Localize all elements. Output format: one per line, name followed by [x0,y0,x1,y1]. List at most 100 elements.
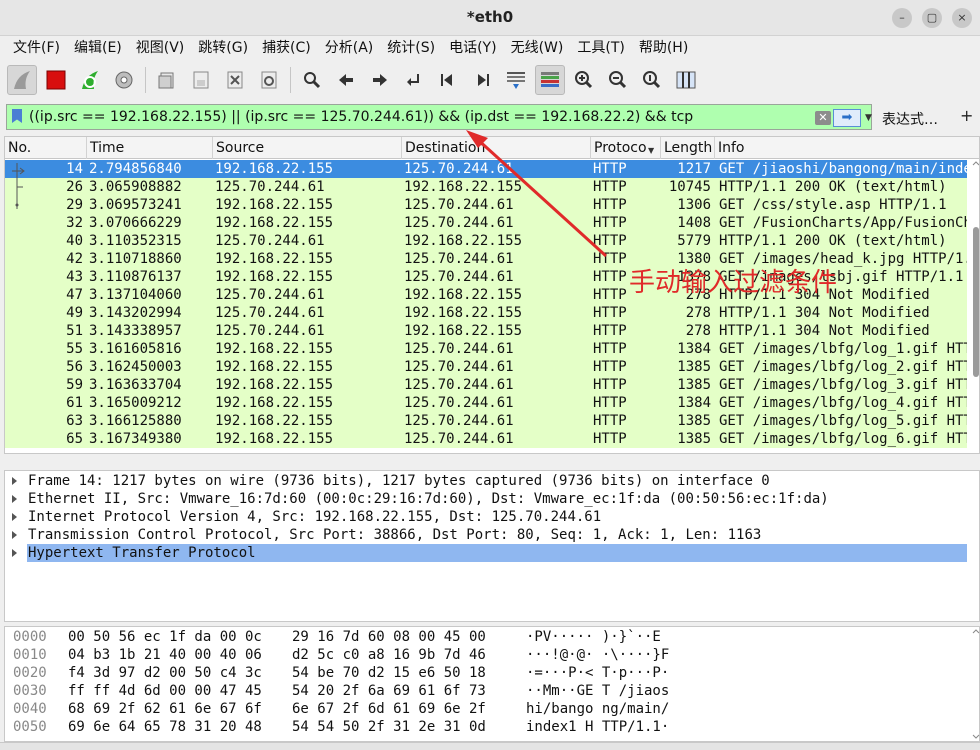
stop-capture-icon[interactable] [41,65,71,95]
cell-destination: 192.168.22.155 [404,233,523,249]
packet-row[interactable]: 59 3.163633704 192.168.22.155 125.70.244.61… [5,376,967,394]
cell-info: HTTP/1.1 200 OK (text/html) [719,233,947,249]
cell-destination: 125.70.244.61 [404,377,514,393]
cell-info: GET /images/lbfg/log_2.gif HTTP/1.1 [719,359,967,375]
reload-file-icon[interactable] [254,65,284,95]
menu-tools[interactable]: 工具(T) [570,36,631,60]
cell-source: 192.168.22.155 [215,161,334,177]
expand-arrow-icon[interactable] [12,495,17,503]
go-to-packet-icon[interactable] [399,65,429,95]
find-packet-icon[interactable] [297,65,327,95]
menu-help[interactable]: 帮助(H) [632,36,695,60]
menu-capture[interactable]: 捕获(C) [255,36,318,60]
restart-capture-icon[interactable] [75,65,105,95]
packet-row[interactable]: 29 3.069573241 192.168.22.155 125.70.244.61… [5,196,967,214]
menu-file[interactable]: 文件(F) [6,36,67,60]
expand-arrow-icon[interactable] [12,549,17,557]
cell-source: 125.70.244.61 [215,305,325,321]
go-first-icon[interactable] [433,65,463,95]
apply-filter-icon[interactable]: ➡ [833,109,861,127]
zoom-normal-icon[interactable] [637,65,667,95]
close-icon[interactable]: × [952,8,972,28]
detail-row-ethernet[interactable]: Ethernet II, Src: Vmware_16:7d:60 (00:0c… [5,490,967,508]
cell-length: 5779 [677,233,711,249]
detail-row-ip[interactable]: Internet Protocol Version 4, Src: 192.16… [5,508,967,526]
cell-time: 3.065908882 [89,179,182,195]
capture-options-icon[interactable] [109,65,139,95]
cell-time: 3.162450003 [89,359,182,375]
cell-destination: 125.70.244.61 [404,395,514,411]
cell-time: 3.137104060 [89,287,182,303]
minimize-icon[interactable]: – [892,8,912,28]
expand-arrow-icon[interactable] [12,477,17,485]
packet-row[interactable]: 61 3.165009212 192.168.22.155 125.70.244.61… [5,394,967,412]
cell-destination: 192.168.22.155 [404,287,523,303]
menu-analyze[interactable]: 分析(A) [318,36,381,60]
go-forward-icon[interactable] [365,65,395,95]
packet-list-scrollbar[interactable] [971,161,980,454]
packet-row[interactable]: 40 3.110352315 125.70.244.61 192.168.22.155… [5,232,967,250]
clear-filter-icon[interactable]: ✕ [815,111,831,125]
add-filter-button[interactable]: + [960,106,973,125]
hex-row[interactable]: 0000 00 50 56 ec 1f da 00 0c 29 16 7d 60 0… [5,628,965,646]
hex-row[interactable]: 0010 04 b3 1b 21 40 00 40 06 d2 5c c0 a8 1… [5,646,965,664]
colorize-icon[interactable] [535,65,565,95]
close-file-icon[interactable] [220,65,250,95]
filter-history-dropdown-icon[interactable]: ▼ [865,113,872,123]
packet-row[interactable]: 63 3.166125880 192.168.22.155 125.70.244.61… [5,412,967,430]
menu-view[interactable]: 视图(V) [129,36,192,60]
packet-row[interactable]: 26 3.065908882 125.70.244.61 192.168.22.155… [5,178,967,196]
expand-arrow-icon[interactable] [12,531,17,539]
cell-info: HTTP/1.1 304 Not Modified [719,323,930,339]
detail-row-tcp[interactable]: Transmission Control Protocol, Src Port:… [5,526,967,544]
packet-row[interactable]: 51 3.143338957 125.70.244.61 192.168.22.155… [5,322,967,340]
packet-row[interactable]: 56 3.162450003 192.168.22.155 125.70.244.61… [5,358,967,376]
column-header-length[interactable]: Length [661,137,715,159]
hex-row[interactable]: 0040 68 69 2f 62 61 6e 67 6f 6e 67 2f 6d 6… [5,700,965,718]
packet-bytes-scrollbar[interactable] [971,627,980,741]
display-filter-input[interactable]: ((ip.src == 192.168.22.155) || (ip.src =… [6,104,872,130]
column-header-destination[interactable]: Destination [402,137,591,159]
hex-row[interactable]: 0020 f4 3d 97 d2 00 50 c4 3c 54 be 70 d2 1… [5,664,965,682]
hex-row[interactable]: 0050 69 6e 64 65 78 31 20 48 54 54 50 2f 3… [5,718,965,736]
annotation-label: 手动输入过滤条件 [629,268,838,298]
packet-row[interactable]: 32 3.070666229 192.168.22.155 125.70.244.61… [5,214,967,232]
resize-columns-icon[interactable] [671,65,701,95]
menu-telephony[interactable]: 电话(Y) [442,36,503,60]
expression-button[interactable]: 表达式… [882,109,938,129]
detail-row-http[interactable]: Hypertext Transfer Protocol [5,544,967,562]
detail-row-frame[interactable]: Frame 14: 1217 bytes on wire (9736 bits)… [5,472,967,490]
packet-row[interactable]: 55 3.161605816 192.168.22.155 125.70.244.61… [5,340,967,358]
shark-fin-start-icon[interactable] [7,65,37,95]
packet-details: Frame 14: 1217 bytes on wire (9736 bits)… [4,470,980,622]
cell-source: 192.168.22.155 [215,377,334,393]
menu-statistics[interactable]: 统计(S) [380,36,442,60]
save-file-icon[interactable] [186,65,216,95]
column-header-no[interactable]: No. [5,137,87,159]
go-back-icon[interactable] [331,65,361,95]
menu-edit[interactable]: 编辑(E) [67,36,129,60]
zoom-in-icon[interactable] [569,65,599,95]
expand-arrow-icon[interactable] [12,513,17,521]
menu-go[interactable]: 跳转(G) [191,36,255,60]
menu-wireless[interactable]: 无线(W) [504,36,571,60]
cell-source: 125.70.244.61 [215,323,325,339]
column-header-time[interactable]: Time [87,137,213,159]
go-last-icon[interactable] [467,65,497,95]
autoscroll-icon[interactable] [501,65,531,95]
display-filter-text[interactable]: ((ip.src == 192.168.22.155) || (ip.src =… [29,107,693,127]
zoom-out-icon[interactable] [603,65,633,95]
window-titlebar: *eth0 – ▢ × [0,0,980,36]
bookmark-icon[interactable] [12,109,22,123]
column-header-source[interactable]: Source [213,137,402,159]
open-file-icon[interactable] [152,65,182,95]
packet-row[interactable]: 49 3.143202994 125.70.244.61 192.168.22.155… [5,304,967,322]
hex-row[interactable]: 0030 ff ff 4d 6d 00 00 47 45 54 20 2f 6a 6… [5,682,965,700]
status-bar [0,742,980,750]
display-filter-bar: ((ip.src == 192.168.22.155) || (ip.src =… [0,102,980,132]
cell-destination: 192.168.22.155 [404,323,523,339]
column-header-info[interactable]: Info [715,137,979,159]
packet-row[interactable]: 65 3.167349380 192.168.22.155 125.70.244.61… [5,430,967,448]
maximize-icon[interactable]: ▢ [922,8,942,28]
packet-row-selected[interactable]: 14 2.794856840 192.168.22.155 125.70.244.61… [5,160,967,178]
